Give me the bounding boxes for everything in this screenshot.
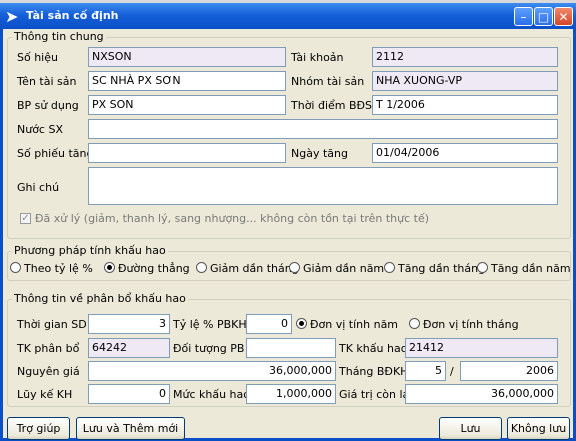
- maximize-icon: □: [537, 10, 550, 24]
- method-option-label: Tăng dần tháng: [398, 262, 486, 275]
- ghi-chu-textarea[interactable]: [88, 167, 558, 205]
- thang-bdkh-label: Tháng BĐKH: [339, 365, 409, 378]
- tk-khau-hao-label: TK khấu hao: [339, 342, 408, 355]
- ty-le-pbkh-label: Tỷ lệ % PBKH: [173, 318, 247, 331]
- cursor-icon: ➤: [5, 7, 19, 26]
- ngay-tang-label: Ngày tăng: [291, 147, 348, 160]
- ty-le-pbkh-field[interactable]: 0: [246, 314, 292, 334]
- dialog-body: Thông tin chung Số hiệu NXSON Tài khoản …: [0, 29, 576, 441]
- radio-circle: [104, 262, 115, 273]
- method-option-tang-dan-nam[interactable]: Tăng dần năm: [477, 262, 571, 275]
- muc-khau-hao-label: Mức khấu hao: [173, 388, 250, 401]
- nhom-tai-san-field[interactable]: NHA XUONG-VP: [372, 71, 558, 91]
- nuoc-sx-label: Nước SX: [17, 123, 63, 136]
- ten-tai-san-label: Tên tài sản: [17, 75, 77, 88]
- tai-khoan-field[interactable]: 2112: [372, 47, 558, 67]
- window-title: Tài sản cố định: [26, 9, 119, 22]
- so-hieu-field[interactable]: NXSON: [88, 47, 286, 67]
- nuoc-sx-field[interactable]: [88, 119, 558, 139]
- bp-su-dung-field[interactable]: PX SON: [88, 95, 286, 115]
- so-phieu-tang-label: Số phiếu tăng: [17, 147, 94, 160]
- method-title: Phương pháp tính khấu hao: [12, 244, 168, 257]
- gia-tri-con-lai-label: Giá trị còn lại: [339, 388, 413, 401]
- unit-year-label: Đơn vị tính năm: [310, 318, 399, 331]
- muc-khau-hao-field[interactable]: 1,000,000: [246, 384, 336, 404]
- thang-bdkh-month-field[interactable]: 5: [405, 361, 446, 381]
- method-option-tang-dan-thang[interactable]: Tăng dần tháng: [384, 262, 485, 275]
- close-button[interactable]: ✕: [554, 7, 573, 26]
- radio-circle: [196, 262, 207, 273]
- no-save-button[interactable]: Không lưu: [507, 417, 570, 440]
- method-option-ty-le[interactable]: Theo tỷ lệ %: [10, 262, 93, 275]
- nguyen-gia-label: Nguyên giá: [17, 365, 80, 378]
- gia-tri-con-lai-field[interactable]: 36,000,000: [405, 384, 558, 404]
- title-bar[interactable]: ➤ Tài sản cố định – □ ✕: [0, 3, 576, 29]
- general-info-title: Thông tin chung: [12, 30, 106, 43]
- luy-ke-kh-field[interactable]: 0: [88, 384, 170, 404]
- radio-circle: [409, 318, 420, 329]
- allocation-title: Thông tin về phân bổ khấu hao: [12, 292, 188, 305]
- bp-su-dung-label: BP sử dụng: [17, 99, 79, 112]
- luy-ke-kh-label: Lũy kế KH: [17, 388, 73, 401]
- tk-khau-hao-field[interactable]: 21412: [405, 338, 558, 358]
- tk-phan-bo-field[interactable]: 64242: [88, 338, 170, 358]
- radio-circle: [296, 318, 307, 329]
- minimize-button[interactable]: –: [514, 7, 533, 26]
- so-phieu-tang-field[interactable]: [88, 143, 286, 163]
- save-and-add-button[interactable]: Lưu và Thêm mới: [76, 417, 185, 440]
- thang-bdkh-year-field[interactable]: 2006: [460, 361, 558, 381]
- doi-tuong-pb-label: Đối tượng PB: [173, 342, 245, 355]
- ten-tai-san-field[interactable]: SC NHÀ PX SƠN: [88, 71, 286, 91]
- method-option-label: Theo tỷ lệ %: [24, 262, 93, 275]
- unit-month-label: Đơn vị tính tháng: [423, 318, 519, 331]
- method-option-label: Giảm dần năm: [303, 262, 385, 275]
- minimize-icon: –: [520, 10, 527, 24]
- method-option-label: Tăng dần năm: [491, 262, 571, 275]
- save-button[interactable]: Lưu: [439, 417, 502, 440]
- thoi-gian-sd-field[interactable]: 3: [88, 314, 170, 334]
- tai-khoan-label: Tài khoản: [291, 51, 344, 64]
- method-option-label: Giảm dần tháng: [210, 262, 299, 275]
- thoi-diem-label: Thời điểm BĐSD: [291, 99, 381, 112]
- ghi-chu-label: Ghi chú: [17, 181, 60, 194]
- thoi-diem-field[interactable]: T 1/2006: [372, 95, 558, 115]
- radio-circle: [10, 262, 21, 273]
- method-option-giam-dan-thang[interactable]: Giảm dần tháng: [196, 262, 299, 275]
- help-button[interactable]: Trợ giúp: [7, 417, 70, 440]
- tk-phan-bo-label: TK phân bổ: [17, 342, 80, 355]
- method-option-giam-dan-nam[interactable]: Giảm dần năm: [289, 262, 384, 275]
- so-hieu-label: Số hiệu: [17, 51, 58, 64]
- nhom-tai-san-label: Nhóm tài sản: [291, 75, 365, 88]
- radio-circle: [384, 262, 395, 273]
- doi-tuong-pb-field[interactable]: [246, 338, 336, 358]
- nguyen-gia-field[interactable]: 36,000,000: [88, 361, 336, 381]
- close-icon: ✕: [558, 10, 569, 24]
- maximize-button[interactable]: □: [534, 7, 553, 26]
- ngay-tang-field[interactable]: 01/04/2006: [372, 143, 558, 163]
- radio-circle: [289, 262, 300, 273]
- processed-checkbox[interactable]: ✓: [20, 213, 31, 224]
- method-option-duong-thang[interactable]: Đường thẳng: [104, 262, 190, 275]
- unit-month-radio[interactable]: Đơn vị tính tháng: [409, 318, 519, 331]
- thoi-gian-sd-label: Thời gian SD: [17, 318, 87, 331]
- radio-circle: [477, 262, 488, 273]
- method-option-label: Đường thẳng: [118, 262, 190, 275]
- processed-label: Đã xử lý (giảm, thanh lý, sang nhượng...…: [35, 212, 430, 225]
- thang-bdkh-separator: /: [450, 365, 454, 378]
- unit-year-radio[interactable]: Đơn vị tính năm: [296, 318, 398, 331]
